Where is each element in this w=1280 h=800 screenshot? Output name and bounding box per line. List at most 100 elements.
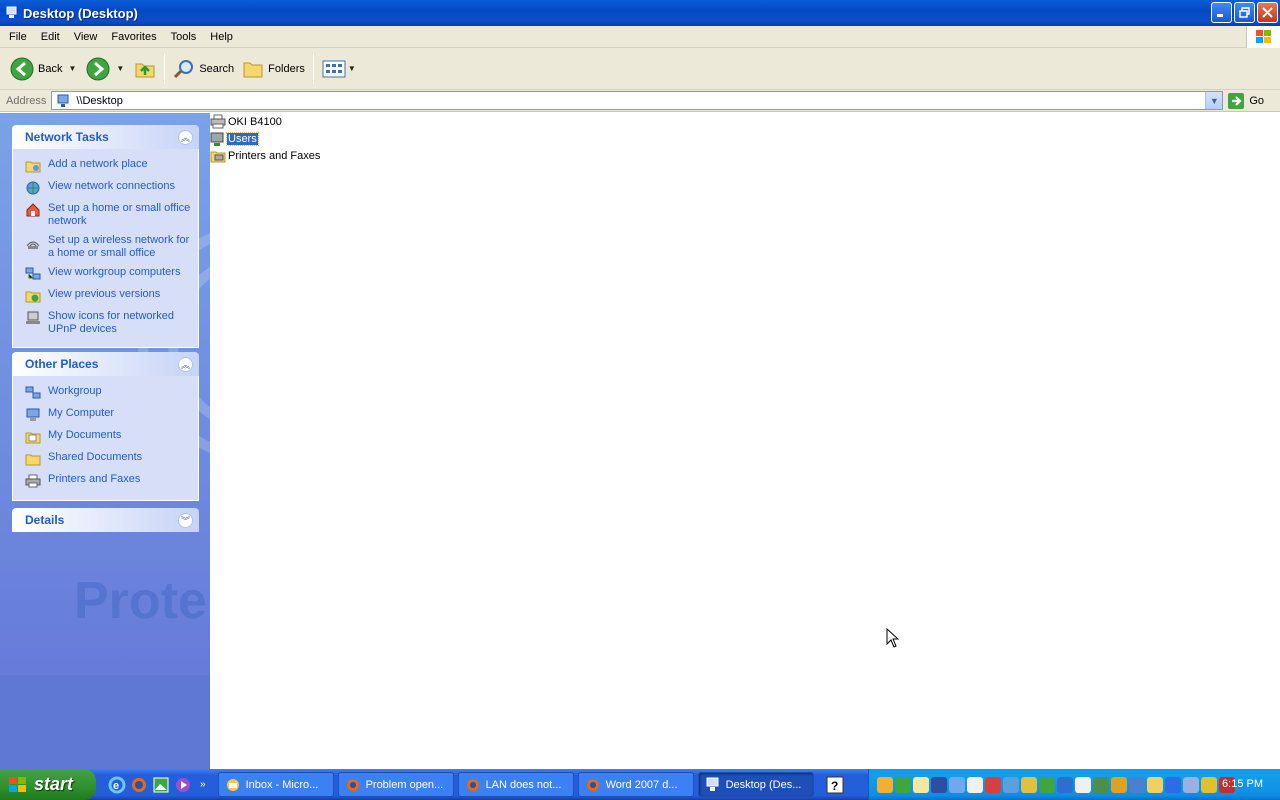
place-printers-faxes[interactable]: Printers and Faxes xyxy=(25,470,192,492)
address-input[interactable] xyxy=(76,94,1177,107)
task-home-network[interactable]: Set up a home or small office network xyxy=(25,199,192,231)
go-label: Go xyxy=(1249,94,1265,107)
tray-icon[interactable] xyxy=(1075,776,1091,793)
tray-icon[interactable] xyxy=(1093,776,1109,793)
task-pane: Prote Network Tasks ︽ Add a network plac… xyxy=(0,113,210,769)
task-view-network-connections[interactable]: View network connections xyxy=(25,177,192,199)
upnp-icon xyxy=(26,311,40,324)
up-folder-button[interactable] xyxy=(130,52,160,86)
taskbar: start e » Inbox - Micro... Problem open.… xyxy=(0,769,1280,800)
title-bar[interactable]: Desktop (Desktop) xyxy=(0,0,1280,26)
place-label: My Documents xyxy=(48,429,122,441)
forward-dropdown-icon[interactable]: ▼ xyxy=(116,64,124,73)
views-dropdown-icon: ▼ xyxy=(347,64,356,73)
computer-icon xyxy=(26,408,40,421)
menu-edit[interactable]: Edit xyxy=(34,27,67,47)
folders-button[interactable]: Folders xyxy=(238,52,309,86)
close-button[interactable] xyxy=(1257,2,1278,23)
place-label: Printers and Faxes xyxy=(48,473,141,485)
workgroup-icon xyxy=(25,267,41,280)
help-icon[interactable]: ? xyxy=(826,776,844,794)
firefox-icon xyxy=(586,778,599,791)
tray-icon[interactable] xyxy=(913,776,929,793)
address-bar: Address ▼ Go xyxy=(0,90,1280,112)
place-shared-documents[interactable]: Shared Documents xyxy=(25,448,192,470)
clock[interactable]: 6:15 PM xyxy=(1222,778,1263,790)
taskbar-button-inbox[interactable]: Inbox - Micro... xyxy=(217,772,334,797)
file-item-users[interactable]: Users xyxy=(210,130,259,147)
restore-button[interactable] xyxy=(1234,2,1255,23)
toolbar: Back ▼ ▼ Search Folders ▼ xyxy=(0,48,1280,90)
details-header[interactable]: Details ︾ xyxy=(12,508,199,532)
minimize-button[interactable] xyxy=(1211,2,1232,23)
other-places-panel: Other Places ︽ Workgroup My Computer My … xyxy=(12,352,199,501)
address-box[interactable]: ▼ xyxy=(51,91,1224,110)
task-wireless-network[interactable]: Set up a wireless network for a home or … xyxy=(25,231,192,263)
back-dropdown-icon[interactable]: ▼ xyxy=(68,64,76,73)
quick-launch: e » xyxy=(96,776,214,794)
taskbar-button-desktop[interactable]: Desktop (Des... xyxy=(697,772,814,797)
place-my-computer[interactable]: My Computer xyxy=(25,404,192,426)
expand-chevron-icon[interactable]: ︾ xyxy=(178,512,193,528)
views-button[interactable]: ▼ xyxy=(318,52,366,86)
start-button[interactable]: start xyxy=(0,769,96,800)
tray-icon[interactable] xyxy=(967,776,983,793)
tray-icon[interactable] xyxy=(1111,776,1127,793)
network-tasks-header[interactable]: Network Tasks ︽ xyxy=(12,125,199,149)
task-upnp-devices[interactable]: Show icons for networked UPnP devices xyxy=(25,307,192,339)
tray-icon[interactable] xyxy=(1021,776,1037,793)
tray-icon[interactable] xyxy=(1003,776,1019,793)
close-icon xyxy=(1262,7,1273,18)
collapse-chevron-icon[interactable]: ︽ xyxy=(178,129,193,145)
svg-text:?: ? xyxy=(831,779,838,793)
back-button[interactable]: Back xyxy=(6,52,66,86)
collapse-chevron-icon[interactable]: ︽ xyxy=(178,356,193,372)
media-player-icon[interactable] xyxy=(174,776,192,794)
tray-icon[interactable] xyxy=(1057,776,1073,793)
tray-icon[interactable] xyxy=(931,776,947,793)
outlook-icon xyxy=(226,778,239,791)
back-arrow-icon xyxy=(10,57,34,80)
workgroup-icon xyxy=(25,386,41,399)
tray-icon[interactable] xyxy=(895,776,911,793)
file-name: Users xyxy=(226,131,259,146)
tray-icon[interactable] xyxy=(949,776,965,793)
place-my-documents[interactable]: My Documents xyxy=(25,426,192,448)
task-add-network-place[interactable]: Add a network place xyxy=(25,155,192,177)
search-button[interactable]: Search xyxy=(169,52,238,86)
address-dropdown-icon[interactable]: ▼ xyxy=(1205,92,1223,109)
tray-icon[interactable] xyxy=(1165,776,1181,793)
tray-icon[interactable] xyxy=(1129,776,1145,793)
picture-viewer-icon[interactable] xyxy=(152,776,170,794)
quick-launch-more-icon[interactable]: » xyxy=(200,779,206,790)
menu-tools[interactable]: Tools xyxy=(164,27,204,47)
file-item-printers-faxes[interactable]: Printers and Faxes xyxy=(210,147,321,164)
internet-explorer-icon[interactable]: e xyxy=(108,776,126,794)
network-share-icon xyxy=(210,132,224,146)
place-workgroup[interactable]: Workgroup xyxy=(25,382,192,404)
tray-icon[interactable] xyxy=(877,776,893,793)
menu-view[interactable]: View xyxy=(67,27,105,47)
details-panel: Details ︾ xyxy=(12,508,199,532)
tray-icon[interactable] xyxy=(985,776,1001,793)
taskbar-button-word[interactable]: Word 2007 d... xyxy=(577,772,694,797)
task-previous-versions[interactable]: View previous versions xyxy=(25,285,192,307)
place-label: Workgroup xyxy=(48,385,102,397)
search-icon xyxy=(174,59,194,78)
other-places-header[interactable]: Other Places ︽ xyxy=(12,352,199,376)
forward-button[interactable] xyxy=(82,52,114,86)
tray-icon[interactable] xyxy=(1039,776,1055,793)
task-view-workgroup[interactable]: View workgroup computers xyxy=(25,263,192,285)
menu-help[interactable]: Help xyxy=(203,27,240,47)
menu-file[interactable]: File xyxy=(2,27,34,47)
tray-icon[interactable] xyxy=(1147,776,1163,793)
taskbar-button-problem[interactable]: Problem open... xyxy=(337,772,454,797)
go-button[interactable]: Go xyxy=(1227,92,1264,110)
file-view[interactable]: OKI B4100 Users Printers and Faxes xyxy=(210,113,1280,769)
tray-icon[interactable] xyxy=(1183,776,1199,793)
tray-icon[interactable] xyxy=(1201,776,1217,793)
menu-favorites[interactable]: Favorites xyxy=(104,27,163,47)
taskbar-button-lan[interactable]: LAN does not... xyxy=(457,772,574,797)
firefox-icon[interactable] xyxy=(130,776,148,794)
file-item-oki-b4100[interactable]: OKI B4100 xyxy=(210,113,283,130)
